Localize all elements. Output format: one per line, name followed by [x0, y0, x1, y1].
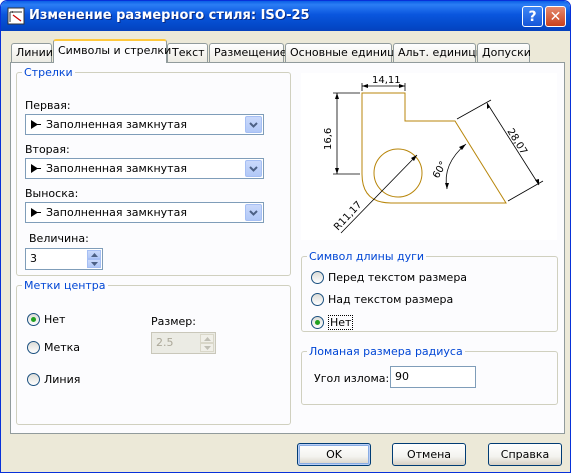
radio-checked-icon: [27, 313, 40, 326]
filled-arrow-icon: [31, 208, 41, 217]
tab-symbols-arrows[interactable]: Символы и стрелки: [53, 39, 171, 63]
preview-drawing: 14,11 16,6 28,07 60° R11,17: [323, 75, 544, 234]
preview-dim-top: 14,11: [372, 75, 401, 86]
tab-primary-units[interactable]: Основные единицы: [285, 43, 403, 62]
filled-arrow-icon: [31, 164, 41, 173]
arc-none-label: Нет: [328, 315, 354, 330]
close-button[interactable]: ✕: [545, 6, 566, 27]
preview-dim-diagonal: 28,07: [504, 127, 529, 157]
arc-before-text-radio[interactable]: Перед текстом размера: [311, 271, 467, 284]
center-none-label: Нет: [44, 313, 66, 326]
jog-angle-input[interactable]: 90: [390, 366, 476, 388]
autocad-app-icon: [7, 7, 25, 25]
second-arrow-select[interactable]: Заполненная замкнутая: [25, 158, 264, 179]
filled-arrow-icon: [31, 120, 41, 129]
cancel-button[interactable]: Отмена: [392, 443, 466, 466]
first-arrow-select[interactable]: Заполненная замкнутая: [25, 114, 264, 135]
dimension-preview: 14,11 16,6 28,07 60° R11,17: [301, 73, 557, 240]
chevron-down-icon[interactable]: [245, 204, 262, 221]
radio-empty-icon: [27, 373, 40, 386]
preview-dim-angle: 60°: [431, 160, 449, 181]
chevron-down-icon[interactable]: [245, 116, 262, 133]
radius-jog-legend: Ломаная размера радиуса: [309, 345, 463, 358]
preview-geometry: [361, 92, 507, 204]
radio-checked-icon: [311, 316, 324, 329]
radio-empty-icon: [311, 293, 324, 306]
help-button[interactable]: Справка: [488, 443, 562, 466]
first-arrow-value: Заполненная замкнутая: [46, 118, 187, 131]
tab-alternate-units[interactable]: Альт. единицы: [393, 43, 484, 62]
spin-down-icon[interactable]: [200, 343, 214, 352]
arrow-size-spinner[interactable]: 3: [25, 248, 103, 270]
center-line-label: Линия: [44, 373, 81, 386]
jog-angle-value: 90: [395, 370, 409, 383]
second-arrow-label: Вторая:: [25, 143, 70, 156]
arc-before-text-label: Перед текстом размера: [328, 271, 468, 284]
first-arrow-label: Первая:: [25, 99, 71, 112]
arc-above-text-radio[interactable]: Над текстом размера: [311, 293, 453, 306]
tab-fit[interactable]: Размещение: [209, 43, 287, 62]
center-size-value: 2.5: [156, 336, 174, 349]
preview-dim-left: 16,6: [323, 128, 334, 150]
arrowheads-legend: Стрелки: [24, 66, 73, 79]
center-size-spinner[interactable]: 2.5: [151, 332, 216, 354]
dialog-window: Изменение размерного стиля: ISO-25 ? ✕ Л…: [0, 0, 571, 473]
arc-above-text-label: Над текстом размера: [328, 293, 454, 306]
arc-symbol-legend: Символ длины дуги: [309, 250, 425, 263]
help-title-button[interactable]: ?: [522, 6, 543, 27]
arrow-size-value: 3: [30, 252, 37, 265]
leader-arrow-label: Выноска:: [25, 187, 79, 200]
spin-down-icon[interactable]: [87, 259, 101, 268]
radio-empty-icon: [311, 271, 324, 284]
radio-empty-icon: [27, 341, 40, 354]
arrow-size-label: Величина:: [29, 232, 89, 245]
center-marks-legend: Метки центра: [24, 279, 106, 292]
leader-arrow-select[interactable]: Заполненная замкнутая: [25, 202, 264, 223]
jog-angle-label: Угол излома:: [314, 372, 390, 385]
chevron-down-icon[interactable]: [245, 160, 262, 177]
center-none-radio[interactable]: Нет: [27, 313, 65, 326]
center-mark-label: Метка: [44, 341, 81, 354]
tab-lines[interactable]: Линии: [11, 43, 53, 62]
arc-none-radio[interactable]: Нет: [311, 315, 354, 330]
leader-arrow-value: Заполненная замкнутая: [46, 206, 187, 219]
title-bar[interactable]: Изменение размерного стиля: ISO-25 ? ✕: [1, 1, 570, 31]
spin-up-icon[interactable]: [87, 250, 101, 259]
center-mark-radio[interactable]: Метка: [27, 341, 80, 354]
tab-text[interactable]: Текст: [167, 43, 208, 62]
ok-button[interactable]: OK: [297, 443, 371, 466]
center-size-label: Размер:: [151, 315, 196, 328]
tab-tolerances[interactable]: Допуски: [477, 43, 531, 62]
center-line-radio[interactable]: Линия: [27, 373, 80, 386]
question-icon: ?: [528, 8, 537, 25]
close-icon: ✕: [549, 8, 562, 25]
preview-dim-radius: R11,17: [332, 200, 364, 234]
second-arrow-value: Заполненная замкнутая: [46, 162, 187, 175]
window-title: Изменение размерного стиля: ISO-25: [29, 8, 310, 23]
spin-up-icon[interactable]: [200, 334, 214, 343]
